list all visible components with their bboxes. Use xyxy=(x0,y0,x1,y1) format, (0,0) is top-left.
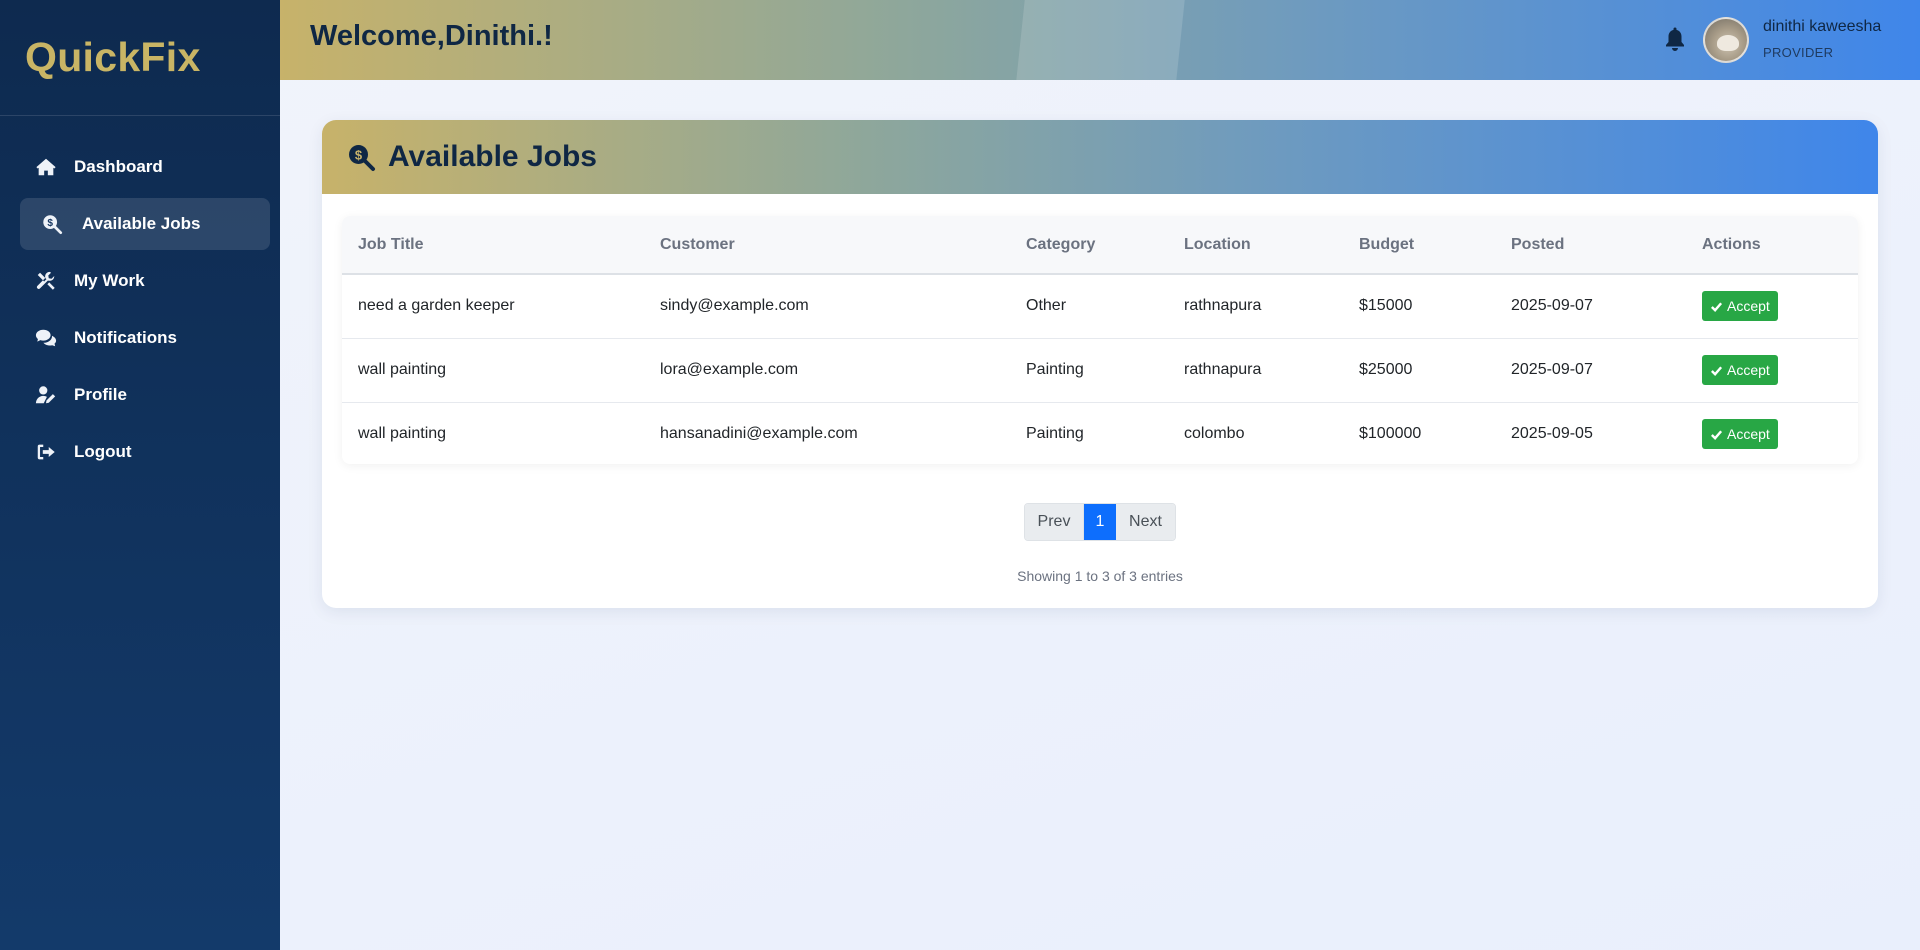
check-icon xyxy=(1710,300,1723,313)
category-cell: Painting xyxy=(1010,338,1168,403)
sidebar-nav: Dashboard $ Available Jobs My Work Notif… xyxy=(0,116,280,478)
sidebar: QuickFix Dashboard $ Available Jobs My W… xyxy=(0,0,280,950)
svg-text:$: $ xyxy=(355,148,363,163)
actions-cell: Accept xyxy=(1686,338,1858,403)
entries-summary: Showing 1 to 3 of 3 entries xyxy=(1017,568,1183,584)
table-row: wall painting hansanadini@example.com Pa… xyxy=(342,402,1858,464)
jobs-table-container: Job Title Customer Category Location Bud… xyxy=(342,216,1858,464)
accept-label: Accept xyxy=(1727,362,1770,378)
location-cell: rathnapura xyxy=(1168,338,1343,403)
card-title: Available Jobs xyxy=(388,140,597,173)
bell-icon[interactable] xyxy=(1663,26,1687,52)
column-header-location: Location xyxy=(1168,216,1343,275)
column-header-actions: Actions xyxy=(1686,216,1858,275)
category-cell: Painting xyxy=(1026,425,1084,443)
column-header-job-title: Job Title xyxy=(342,216,644,275)
comments-icon xyxy=(34,326,58,350)
posted-cell: 2025-09-07 xyxy=(1495,274,1686,339)
customer-cell: sindy@example.com xyxy=(644,274,1010,339)
budget-cell: $100000 xyxy=(1359,425,1422,443)
actions-cell: Accept xyxy=(1686,274,1858,339)
posted-cell: 2025-09-05 xyxy=(1511,425,1593,443)
user-name: dinithi kaweesha xyxy=(1763,18,1882,35)
header-decoration xyxy=(1013,0,1187,80)
accept-button[interactable]: Accept xyxy=(1702,355,1778,385)
table-header-row: Job Title Customer Category Location Bud… xyxy=(342,216,1858,275)
location-cell: rathnapura xyxy=(1168,274,1343,339)
check-icon xyxy=(1710,428,1723,441)
pagination: Prev 1 Next xyxy=(1024,503,1176,541)
sidebar-item-my-work[interactable]: My Work xyxy=(20,255,270,307)
accept-button[interactable]: Accept xyxy=(1702,291,1778,322)
brand: QuickFix xyxy=(0,0,280,116)
customer-cell: lora@example.com xyxy=(644,338,1010,403)
home-icon xyxy=(34,155,58,179)
actions-cell: Accept xyxy=(1686,402,1858,464)
sidebar-item-label: Available Jobs xyxy=(82,214,201,233)
job-title-cell: wall painting xyxy=(342,338,644,403)
sidebar-item-label: My Work xyxy=(74,271,145,290)
user-edit-icon xyxy=(34,383,58,407)
table-row: wall painting lora@example.com Painting … xyxy=(342,338,1858,403)
column-header-budget: Budget xyxy=(1343,216,1495,275)
search-dollar-icon: $ xyxy=(346,142,376,172)
check-icon xyxy=(1710,364,1723,377)
accept-label: Accept xyxy=(1727,298,1770,315)
page-1-button[interactable]: 1 xyxy=(1084,504,1116,540)
job-title-cell: wall painting xyxy=(358,425,447,443)
accept-button[interactable]: Accept xyxy=(1702,419,1778,450)
budget-cell: $15000 xyxy=(1343,274,1495,339)
sidebar-item-notifications[interactable]: Notifications xyxy=(20,312,270,364)
brand-logo[interactable]: QuickFix xyxy=(25,34,201,81)
job-title-cell: need a garden keeper xyxy=(342,274,644,339)
budget-cell: $25000 xyxy=(1343,338,1495,403)
sign-out-icon xyxy=(34,440,58,464)
sidebar-item-label: Profile xyxy=(74,385,127,404)
sidebar-item-label: Dashboard xyxy=(74,157,163,176)
column-header-customer: Customer xyxy=(644,216,1010,275)
sidebar-item-label: Notifications xyxy=(74,328,177,347)
jobs-table: Job Title Customer Category Location Bud… xyxy=(342,216,1858,464)
sidebar-item-dashboard[interactable]: Dashboard xyxy=(20,141,270,193)
card-header: $ Available Jobs xyxy=(322,120,1878,194)
column-header-category: Category xyxy=(1010,216,1168,275)
sidebar-item-logout[interactable]: Logout xyxy=(20,426,270,478)
next-page-button[interactable]: Next xyxy=(1116,504,1175,540)
accept-label: Accept xyxy=(1727,426,1770,443)
category-cell: Other xyxy=(1010,274,1168,339)
user-role: PROVIDER xyxy=(1763,45,1834,60)
table-row: need a garden keeper sindy@example.com O… xyxy=(342,274,1858,339)
sidebar-item-available-jobs[interactable]: $ Available Jobs xyxy=(20,198,270,250)
prev-page-button[interactable]: Prev xyxy=(1025,504,1084,540)
svg-text:$: $ xyxy=(47,218,53,229)
location-cell: colombo xyxy=(1184,425,1245,443)
sidebar-item-label: Logout xyxy=(74,442,132,461)
avatar[interactable] xyxy=(1703,17,1749,63)
welcome-heading: Welcome,Dinithi.! xyxy=(310,20,553,52)
search-dollar-icon: $ xyxy=(40,212,64,236)
tools-icon xyxy=(34,269,58,293)
sidebar-item-profile[interactable]: Profile xyxy=(20,369,270,421)
customer-cell: hansanadini@example.com xyxy=(660,425,858,443)
column-header-posted: Posted xyxy=(1495,216,1686,275)
posted-cell: 2025-09-07 xyxy=(1495,338,1686,403)
available-jobs-card: $ Available Jobs Job Title Customer Cate… xyxy=(322,120,1878,608)
top-bar: Welcome,Dinithi.! dinithi kaweesha PROVI… xyxy=(280,0,1920,80)
